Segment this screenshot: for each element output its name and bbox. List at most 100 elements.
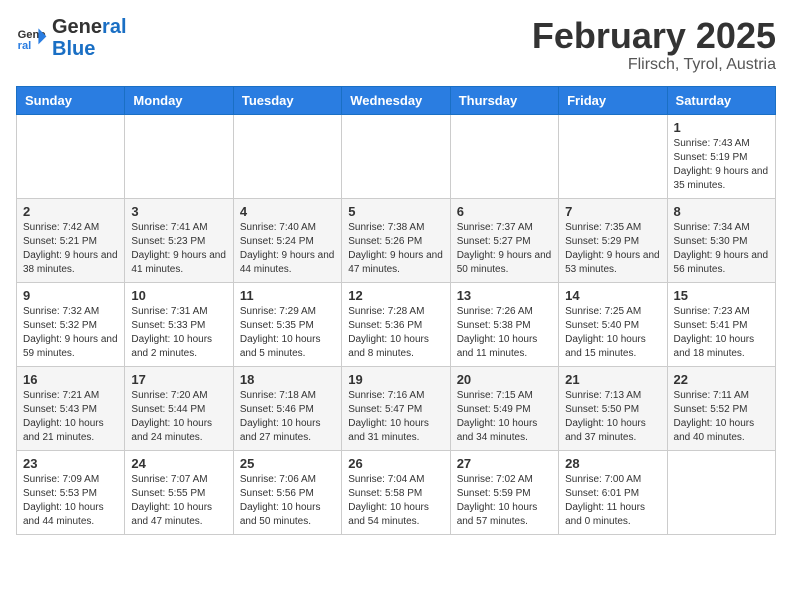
day-number: 11 [240,288,335,303]
day-detail: Sunrise: 7:09 AM Sunset: 5:53 PM Dayligh… [23,473,118,529]
day-detail: Sunrise: 7:04 AM Sunset: 5:58 PM Dayligh… [348,473,443,529]
calendar-cell: 5 Sunrise: 7:38 AM Sunset: 5:26 PM Daylig… [342,198,450,282]
day-of-week-header: Saturday [667,86,775,114]
day-detail: Sunrise: 7:34 AM Sunset: 5:30 PM Dayligh… [674,221,769,277]
calendar-cell: 15 Sunrise: 7:23 AM Sunset: 5:41 PM Dayli… [667,282,775,366]
day-number: 24 [131,456,226,471]
calendar-cell: 11 Sunrise: 7:29 AM Sunset: 5:35 PM Dayli… [233,282,341,366]
day-of-week-header: Monday [125,86,233,114]
page-header: Gene ral GeneralBlue February 2025 Flirs… [16,16,776,74]
day-detail: Sunrise: 7:02 AM Sunset: 5:59 PM Dayligh… [457,473,552,529]
day-detail: Sunrise: 7:38 AM Sunset: 5:26 PM Dayligh… [348,221,443,277]
day-number: 10 [131,288,226,303]
calendar-cell: 1 Sunrise: 7:43 AM Sunset: 5:19 PM Daylig… [667,114,775,198]
day-detail: Sunrise: 7:00 AM Sunset: 6:01 PM Dayligh… [565,473,660,529]
day-number: 7 [565,204,660,219]
day-detail: Sunrise: 7:41 AM Sunset: 5:23 PM Dayligh… [131,221,226,277]
calendar-cell: 7 Sunrise: 7:35 AM Sunset: 5:29 PM Daylig… [559,198,667,282]
calendar-cell [17,114,125,198]
location: Flirsch, Tyrol, Austria [532,56,776,74]
day-of-week-header: Wednesday [342,86,450,114]
logo-icon: Gene ral [16,22,48,54]
day-detail: Sunrise: 7:15 AM Sunset: 5:49 PM Dayligh… [457,389,552,445]
calendar-week-row: 1 Sunrise: 7:43 AM Sunset: 5:19 PM Daylig… [17,114,776,198]
calendar-cell: 13 Sunrise: 7:26 AM Sunset: 5:38 PM Dayli… [450,282,558,366]
calendar-cell: 18 Sunrise: 7:18 AM Sunset: 5:46 PM Dayli… [233,366,341,450]
calendar-cell: 27 Sunrise: 7:02 AM Sunset: 5:59 PM Dayli… [450,450,558,534]
day-detail: Sunrise: 7:29 AM Sunset: 5:35 PM Dayligh… [240,305,335,361]
day-number: 27 [457,456,552,471]
day-number: 18 [240,372,335,387]
calendar-cell [667,450,775,534]
svg-text:ral: ral [18,40,32,52]
day-number: 3 [131,204,226,219]
day-number: 28 [565,456,660,471]
day-number: 25 [240,456,335,471]
day-number: 16 [23,372,118,387]
day-detail: Sunrise: 7:35 AM Sunset: 5:29 PM Dayligh… [565,221,660,277]
logo: Gene ral GeneralBlue [16,16,127,60]
day-number: 14 [565,288,660,303]
calendar: SundayMondayTuesdayWednesdayThursdayFrid… [16,86,776,535]
day-detail: Sunrise: 7:43 AM Sunset: 5:19 PM Dayligh… [674,137,769,193]
calendar-cell: 23 Sunrise: 7:09 AM Sunset: 5:53 PM Dayli… [17,450,125,534]
day-number: 17 [131,372,226,387]
day-number: 5 [348,204,443,219]
day-of-week-header: Tuesday [233,86,341,114]
calendar-cell: 10 Sunrise: 7:31 AM Sunset: 5:33 PM Dayli… [125,282,233,366]
day-detail: Sunrise: 7:06 AM Sunset: 5:56 PM Dayligh… [240,473,335,529]
day-detail: Sunrise: 7:21 AM Sunset: 5:43 PM Dayligh… [23,389,118,445]
day-number: 15 [674,288,769,303]
calendar-cell: 14 Sunrise: 7:25 AM Sunset: 5:40 PM Dayli… [559,282,667,366]
day-of-week-header: Friday [559,86,667,114]
day-number: 13 [457,288,552,303]
day-detail: Sunrise: 7:11 AM Sunset: 5:52 PM Dayligh… [674,389,769,445]
calendar-cell: 26 Sunrise: 7:04 AM Sunset: 5:58 PM Dayli… [342,450,450,534]
day-of-week-header: Sunday [17,86,125,114]
day-detail: Sunrise: 7:28 AM Sunset: 5:36 PM Dayligh… [348,305,443,361]
day-number: 2 [23,204,118,219]
calendar-cell: 24 Sunrise: 7:07 AM Sunset: 5:55 PM Dayli… [125,450,233,534]
day-detail: Sunrise: 7:07 AM Sunset: 5:55 PM Dayligh… [131,473,226,529]
calendar-cell [450,114,558,198]
day-number: 1 [674,120,769,135]
month-title: February 2025 [532,16,776,56]
calendar-cell: 2Sunrise: 7:42 AM Sunset: 5:21 PM Daylig… [17,198,125,282]
calendar-cell: 28 Sunrise: 7:00 AM Sunset: 6:01 PM Dayli… [559,450,667,534]
day-detail: Sunrise: 7:23 AM Sunset: 5:41 PM Dayligh… [674,305,769,361]
calendar-cell: 6Sunrise: 7:37 AM Sunset: 5:27 PM Daylig… [450,198,558,282]
calendar-week-row: 9Sunrise: 7:32 AM Sunset: 5:32 PM Daylig… [17,282,776,366]
day-number: 22 [674,372,769,387]
day-detail: Sunrise: 7:20 AM Sunset: 5:44 PM Dayligh… [131,389,226,445]
calendar-cell: 12 Sunrise: 7:28 AM Sunset: 5:36 PM Dayli… [342,282,450,366]
calendar-cell: 8 Sunrise: 7:34 AM Sunset: 5:30 PM Daylig… [667,198,775,282]
calendar-header-row: SundayMondayTuesdayWednesdayThursdayFrid… [17,86,776,114]
day-number: 23 [23,456,118,471]
calendar-week-row: 2Sunrise: 7:42 AM Sunset: 5:21 PM Daylig… [17,198,776,282]
calendar-cell [233,114,341,198]
day-detail: Sunrise: 7:40 AM Sunset: 5:24 PM Dayligh… [240,221,335,277]
day-of-week-header: Thursday [450,86,558,114]
day-number: 20 [457,372,552,387]
day-number: 19 [348,372,443,387]
calendar-cell: 3 Sunrise: 7:41 AM Sunset: 5:23 PM Daylig… [125,198,233,282]
day-number: 8 [674,204,769,219]
day-detail: Sunrise: 7:31 AM Sunset: 5:33 PM Dayligh… [131,305,226,361]
day-detail: Sunrise: 7:37 AM Sunset: 5:27 PM Dayligh… [457,221,552,277]
day-detail: Sunrise: 7:25 AM Sunset: 5:40 PM Dayligh… [565,305,660,361]
day-detail: Sunrise: 7:26 AM Sunset: 5:38 PM Dayligh… [457,305,552,361]
day-number: 12 [348,288,443,303]
logo-text: GeneralBlue [52,16,127,60]
day-number: 26 [348,456,443,471]
calendar-cell: 21Sunrise: 7:13 AM Sunset: 5:50 PM Dayli… [559,366,667,450]
day-detail: Sunrise: 7:18 AM Sunset: 5:46 PM Dayligh… [240,389,335,445]
calendar-cell [342,114,450,198]
title-block: February 2025 Flirsch, Tyrol, Austria [532,16,776,74]
calendar-cell [559,114,667,198]
day-detail: Sunrise: 7:32 AM Sunset: 5:32 PM Dayligh… [23,305,118,361]
calendar-week-row: 23 Sunrise: 7:09 AM Sunset: 5:53 PM Dayli… [17,450,776,534]
calendar-cell: 17 Sunrise: 7:20 AM Sunset: 5:44 PM Dayli… [125,366,233,450]
calendar-cell: 4Sunrise: 7:40 AM Sunset: 5:24 PM Daylig… [233,198,341,282]
calendar-cell: 20 Sunrise: 7:15 AM Sunset: 5:49 PM Dayli… [450,366,558,450]
calendar-cell [125,114,233,198]
